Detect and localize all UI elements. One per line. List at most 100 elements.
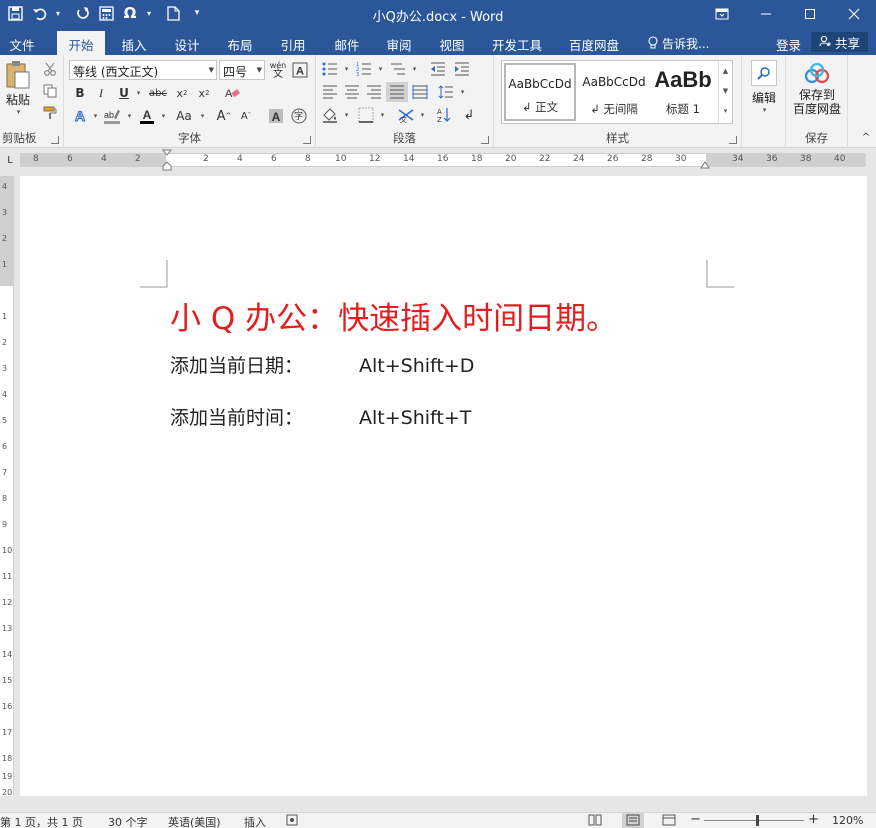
bold-icon[interactable]: B bbox=[70, 83, 90, 103]
word-count[interactable]: 30 个字 bbox=[108, 814, 148, 828]
shrink-font-icon[interactable]: Aˇ bbox=[236, 106, 256, 126]
font-launcher-icon[interactable] bbox=[303, 136, 311, 144]
login-link[interactable]: 登录 bbox=[776, 35, 801, 54]
clear-formatting-icon[interactable]: A bbox=[222, 83, 242, 103]
cut-icon[interactable] bbox=[40, 59, 60, 79]
vertical-ruler[interactable]: 4 3 2 1 1 2 3 4 5 6 7 8 9 10 11 12 13 14 15 16 17 18 19 20 bbox=[0, 176, 14, 797]
font-size-combo[interactable]: 四号 ▼ bbox=[219, 60, 265, 80]
font-name-dropdown-icon[interactable]: ▼ bbox=[209, 66, 214, 74]
character-border-icon[interactable]: A bbox=[290, 60, 310, 80]
superscript-icon[interactable]: x2 bbox=[194, 83, 214, 103]
page-count[interactable]: 第 1 页，共 1 页 bbox=[0, 814, 83, 828]
justify-icon[interactable] bbox=[386, 82, 408, 102]
editing-button[interactable]: 编辑 ▾ bbox=[747, 60, 781, 114]
grow-font-icon[interactable]: A ^ bbox=[214, 106, 234, 126]
borders-dropdown-icon[interactable]: ▾ bbox=[372, 105, 392, 125]
style-heading-1[interactable]: AaBb 标题 1 bbox=[650, 63, 716, 121]
show-formatting-marks-icon[interactable]: ↲ bbox=[459, 105, 479, 125]
maximize-icon[interactable] bbox=[788, 0, 832, 28]
numbering-dropdown-icon[interactable]: ▾ bbox=[370, 59, 390, 79]
style-no-spacing[interactable]: AaBbCcDd ↲ 无间隔 bbox=[578, 63, 650, 121]
character-shading-icon[interactable]: A bbox=[266, 106, 286, 126]
tab-baidu-netdisk[interactable]: 百度网盘 bbox=[560, 31, 628, 55]
save-to-baidu-button[interactable]: 保存到 百度网盘 bbox=[788, 62, 846, 116]
tab-design[interactable]: 设计 bbox=[165, 31, 209, 55]
change-case-dropdown-icon[interactable]: ▾ bbox=[192, 106, 212, 126]
align-left-icon[interactable] bbox=[320, 82, 340, 102]
italic-icon[interactable]: I bbox=[91, 83, 111, 103]
underline-dropdown-icon[interactable]: ▾ bbox=[128, 83, 148, 103]
macro-record-icon[interactable] bbox=[286, 814, 298, 828]
document-page[interactable]: 小 Q 办公：快速插入时间日期。 添加当前日期： Alt+Shift+D 添加当前… bbox=[20, 176, 867, 796]
close-icon[interactable] bbox=[832, 0, 876, 28]
vruler-top-margin bbox=[0, 176, 13, 286]
styles-scroll-up-icon[interactable]: ▲ bbox=[719, 61, 732, 81]
font-name-combo[interactable]: 等线 (西文正文) ▼ bbox=[69, 60, 217, 80]
ruler-number: 4 bbox=[101, 154, 107, 164]
horizontal-ruler[interactable]: L 8 6 4 2 2 4 6 8 10 12 14 16 18 20 22 24 26 28 30 34 36 38 40 bbox=[0, 148, 876, 172]
vruler-number: 6 bbox=[2, 442, 8, 451]
first-line-indent-marker-icon[interactable] bbox=[161, 149, 173, 174]
tab-selector-icon[interactable]: L bbox=[0, 150, 20, 170]
chinese-layout-dropdown-icon[interactable]: ▾ bbox=[412, 105, 432, 125]
zoom-in-icon[interactable]: + bbox=[808, 812, 819, 827]
tab-mailings[interactable]: 邮件 bbox=[325, 31, 369, 55]
clipboard-launcher-icon[interactable] bbox=[51, 136, 59, 144]
word-window: ▾ Ω ▾ ▾ 小Q办公.docx - Word 文件 开始 插入 设计 布局 … bbox=[0, 0, 876, 828]
document-line-date[interactable]: 添加当前日期： Alt+Shift+D bbox=[170, 351, 474, 378]
phonetic-guide-icon[interactable]: wén 文 bbox=[268, 60, 288, 80]
styles-launcher-icon[interactable] bbox=[729, 136, 737, 144]
copy-icon[interactable] bbox=[40, 81, 60, 101]
collapse-ribbon-icon[interactable]: ^ bbox=[856, 127, 876, 147]
subscript-icon[interactable]: x2 bbox=[172, 83, 192, 103]
insert-mode-indicator[interactable]: 插入 bbox=[244, 814, 266, 828]
tab-references[interactable]: 引用 bbox=[271, 31, 315, 55]
document-line-time[interactable]: 添加当前时间： Alt+Shift+T bbox=[170, 403, 471, 430]
distributed-icon[interactable] bbox=[410, 82, 430, 102]
zoom-level[interactable]: 120% bbox=[832, 814, 863, 827]
minimize-icon[interactable] bbox=[744, 0, 788, 28]
ribbon-display-options-icon[interactable] bbox=[700, 0, 744, 28]
tell-me-search[interactable]: 告诉我... bbox=[648, 35, 709, 52]
decrease-indent-icon[interactable] bbox=[428, 59, 448, 79]
line-spacing-dropdown-icon[interactable]: ▾ bbox=[452, 82, 472, 102]
tab-insert[interactable]: 插入 bbox=[112, 31, 156, 55]
zoom-slider-thumb[interactable] bbox=[756, 815, 759, 826]
styles-more-icon[interactable]: ▾ bbox=[719, 101, 732, 121]
paragraph-launcher-icon[interactable] bbox=[481, 136, 489, 144]
web-layout-icon[interactable] bbox=[662, 814, 676, 828]
paragraph-group: ▾ 123 ▾ ▾ ▾ ▾ ▾ 文 ▾ A Z ↲ 段落 bbox=[316, 55, 494, 148]
tab-layout[interactable]: 布局 bbox=[218, 31, 262, 55]
bullets-dropdown-icon[interactable]: ▾ bbox=[336, 59, 356, 79]
align-center-icon[interactable] bbox=[342, 82, 362, 102]
highlight-dropdown-icon[interactable]: ▾ bbox=[119, 106, 139, 126]
language-indicator[interactable]: 英语(美国) bbox=[168, 814, 221, 828]
tab-review[interactable]: 审阅 bbox=[377, 31, 421, 55]
style-normal[interactable]: AaBbCcDd ↲ 正文 bbox=[504, 63, 576, 121]
document-title[interactable]: 小 Q 办公：快速插入时间日期。 bbox=[170, 293, 617, 338]
font-size-dropdown-icon[interactable]: ▼ bbox=[257, 66, 262, 74]
increase-indent-icon[interactable] bbox=[452, 59, 472, 79]
share-button[interactable]: 共享 bbox=[811, 32, 868, 52]
font-color-dropdown-icon[interactable]: ▾ bbox=[153, 106, 173, 126]
right-indent-marker-icon[interactable] bbox=[700, 158, 710, 172]
shading-dropdown-icon[interactable]: ▾ bbox=[336, 105, 356, 125]
tab-developer[interactable]: 开发工具 bbox=[484, 31, 550, 55]
font-size-value: 四号 bbox=[223, 65, 248, 79]
vruler-number: 19 bbox=[2, 772, 13, 781]
print-layout-icon[interactable] bbox=[622, 813, 644, 828]
tab-home[interactable]: 开始 bbox=[57, 31, 105, 55]
zoom-slider[interactable] bbox=[704, 820, 804, 821]
strikethrough-icon[interactable]: abc bbox=[146, 83, 170, 103]
paste-button[interactable]: 粘贴 ▾ bbox=[3, 60, 33, 122]
tab-file[interactable]: 文件 bbox=[0, 31, 44, 55]
enclose-characters-icon[interactable]: 字 bbox=[289, 106, 309, 126]
align-right-icon[interactable] bbox=[364, 82, 384, 102]
zoom-out-icon[interactable]: − bbox=[690, 812, 701, 827]
read-mode-icon[interactable] bbox=[588, 814, 602, 828]
tab-view[interactable]: 视图 bbox=[430, 31, 474, 55]
sort-icon[interactable]: AZ bbox=[434, 105, 454, 125]
multilevel-dropdown-icon[interactable]: ▾ bbox=[404, 59, 424, 79]
styles-scroll-down-icon[interactable]: ▼ bbox=[719, 81, 732, 101]
format-painter-icon[interactable] bbox=[40, 103, 60, 123]
